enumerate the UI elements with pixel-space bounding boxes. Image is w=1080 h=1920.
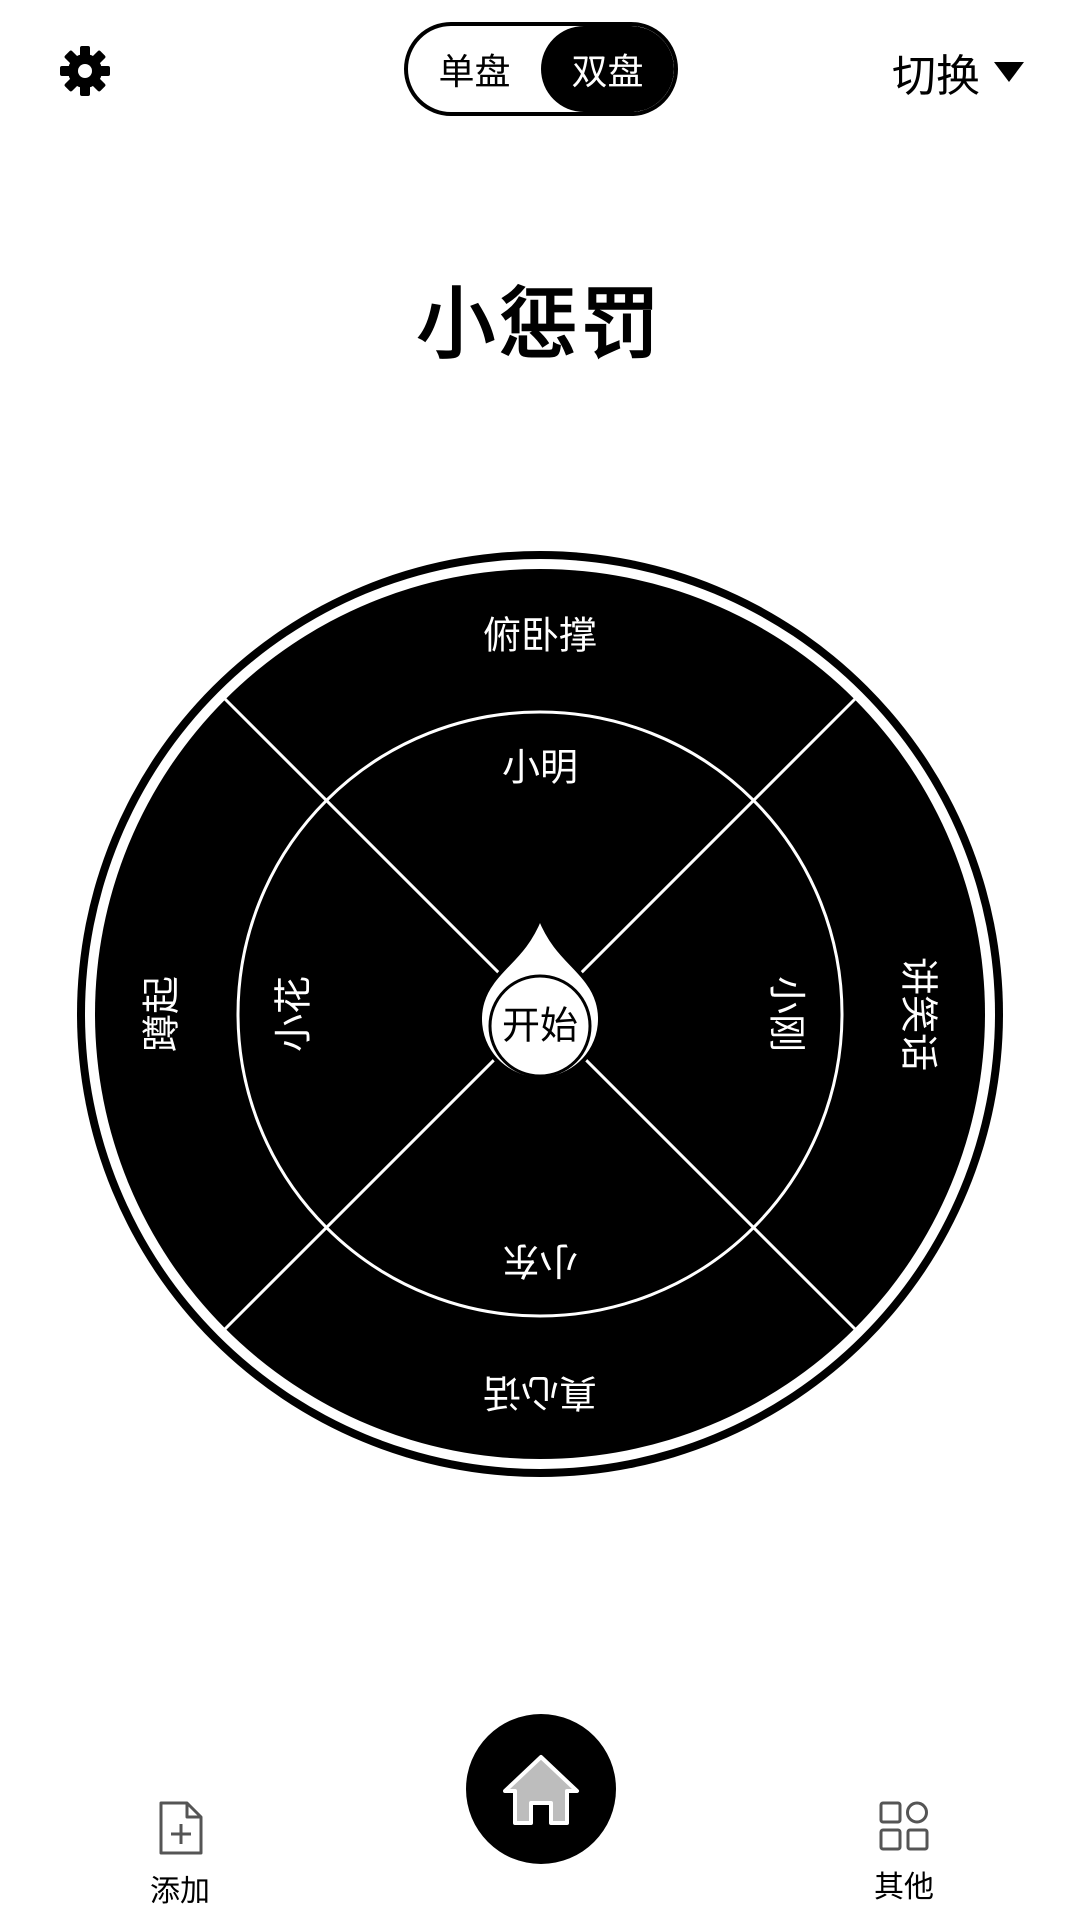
other-button[interactable]: 其他 — [834, 1800, 974, 1910]
outer-segment-label: 讲笑话 — [897, 957, 941, 1071]
inner-segment-label: 小东 — [502, 1239, 578, 1283]
double-wheel-tab[interactable]: 双盘 — [541, 26, 674, 112]
add-label: 添加 — [150, 1874, 210, 1909]
other-label: 其他 — [874, 1870, 934, 1905]
inner-segment-label: 小刚 — [765, 976, 809, 1052]
inner-segment-label: 小花 — [272, 976, 316, 1052]
inner-segment-label: 小明 — [502, 746, 578, 790]
add-button[interactable]: 添加 — [110, 1800, 250, 1910]
mode-toggle: 单盘 双盘 — [404, 22, 678, 116]
home-icon — [503, 1755, 579, 1825]
spin-wheel[interactable]: 俯卧撑 讲笑话 真心话 蹲起 小明 小刚 小东 小花 开始 — [74, 548, 1006, 1480]
outer-segment-label: 真心话 — [483, 1371, 597, 1415]
switch-dropdown[interactable]: 切换 — [892, 40, 1024, 104]
grid-icon — [879, 1801, 929, 1851]
outer-segment-label: 蹲起 — [140, 976, 184, 1052]
home-button[interactable] — [466, 1714, 616, 1864]
start-label: 开始 — [502, 1004, 578, 1048]
switch-label: 切换 — [892, 51, 980, 102]
add-file-icon — [159, 1801, 203, 1855]
single-wheel-tab[interactable]: 单盘 — [408, 26, 541, 112]
settings-gear-icon[interactable] — [58, 44, 112, 98]
outer-segment-label: 俯卧撑 — [483, 614, 597, 658]
page-title: 小惩罚 — [416, 280, 663, 370]
caret-down-icon — [994, 62, 1024, 82]
